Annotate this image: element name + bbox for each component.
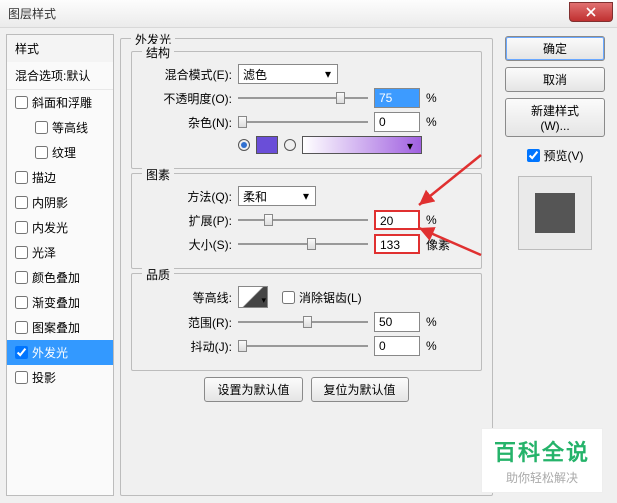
jitter-input[interactable]: 0 xyxy=(374,336,420,356)
sidebar-header[interactable]: 样式 xyxy=(7,35,113,62)
sidebar-checkbox[interactable] xyxy=(15,271,28,284)
preview-box xyxy=(518,176,592,250)
range-slider[interactable] xyxy=(238,313,368,331)
chevron-down-icon: ▾ xyxy=(407,139,419,151)
noise-slider[interactable] xyxy=(238,113,368,131)
sidebar-item[interactable]: 渐变叠加 xyxy=(7,290,113,315)
noise-label: 杂色(N): xyxy=(142,114,232,131)
sidebar-item-label: 外发光 xyxy=(32,344,68,361)
sidebar-item[interactable]: 颜色叠加 xyxy=(7,265,113,290)
main-panel: 外发光 结构 混合模式(E): 滤色 ▾ 不透明度(O): 75 % xyxy=(120,34,493,496)
sidebar-item-label: 图案叠加 xyxy=(32,319,80,336)
contour-picker[interactable]: ▾ xyxy=(238,286,268,308)
sidebar-item[interactable]: 描边 xyxy=(7,165,113,190)
sidebar-item-label: 渐变叠加 xyxy=(32,294,80,311)
chevron-down-icon: ▾ xyxy=(261,295,266,306)
sidebar-item[interactable]: 内发光 xyxy=(7,215,113,240)
gradient-radio[interactable] xyxy=(284,139,296,151)
blend-mode-label: 混合模式(E): xyxy=(142,66,232,83)
preview-checkbox[interactable]: 预览(V) xyxy=(527,147,584,164)
sidebar-item-label: 光泽 xyxy=(32,244,56,261)
quality-title: 品质 xyxy=(142,266,174,283)
color-radio[interactable] xyxy=(238,139,250,151)
sidebar-item[interactable]: 等高线 xyxy=(7,115,113,140)
sidebar-item-label: 描边 xyxy=(32,169,56,186)
opacity-input[interactable]: 75 xyxy=(374,88,420,108)
size-input[interactable]: 133 xyxy=(374,234,420,254)
make-default-button[interactable]: 设置为默认值 xyxy=(204,377,302,402)
close-icon xyxy=(586,7,596,17)
gradient-picker[interactable]: ▾ xyxy=(302,136,422,154)
cancel-button[interactable]: 取消 xyxy=(505,67,605,92)
sidebar-item[interactable]: 图案叠加 xyxy=(7,315,113,340)
preview-swatch xyxy=(535,193,575,233)
sidebar-item-label: 等高线 xyxy=(52,119,88,136)
range-label: 范围(R): xyxy=(142,314,232,331)
sidebar-checkbox[interactable] xyxy=(35,146,48,159)
structure-title: 结构 xyxy=(142,44,174,61)
jitter-slider[interactable] xyxy=(238,337,368,355)
quality-group: 品质 等高线: ▾ 消除锯齿(L) 范围(R): 50 % 抖动(J): xyxy=(131,273,482,371)
sidebar-item[interactable]: 光泽 xyxy=(7,240,113,265)
antialias-checkbox[interactable]: 消除锯齿(L) xyxy=(282,289,362,306)
chevron-down-icon: ▾ xyxy=(321,67,335,81)
sidebar-item-label: 内阴影 xyxy=(32,194,68,211)
sidebar-item-label: 内发光 xyxy=(32,219,68,236)
sidebar-checkbox[interactable] xyxy=(35,121,48,134)
sidebar-item[interactable]: 纹理 xyxy=(7,140,113,165)
opacity-slider[interactable] xyxy=(238,89,368,107)
technique-label: 方法(Q): xyxy=(142,188,232,205)
noise-input[interactable]: 0 xyxy=(374,112,420,132)
sidebar-checkbox[interactable] xyxy=(15,246,28,259)
sidebar-checkbox[interactable] xyxy=(15,346,28,359)
new-style-button[interactable]: 新建样式(W)... xyxy=(505,98,605,137)
sidebar-checkbox[interactable] xyxy=(15,171,28,184)
sidebar-checkbox[interactable] xyxy=(15,196,28,209)
watermark: 百科全说 助你轻松解决 xyxy=(481,428,603,493)
sidebar-checkbox[interactable] xyxy=(15,96,28,109)
range-input[interactable]: 50 xyxy=(374,312,420,332)
sidebar-item-label: 投影 xyxy=(32,369,56,386)
sidebar-checkbox[interactable] xyxy=(15,371,28,384)
styles-sidebar: 样式 混合选项:默认 斜面和浮雕等高线纹理描边内阴影内发光光泽颜色叠加渐变叠加图… xyxy=(6,34,114,496)
chevron-down-icon: ▾ xyxy=(299,189,313,203)
size-label: 大小(S): xyxy=(142,236,232,253)
size-slider[interactable] xyxy=(238,235,368,253)
sidebar-item-label: 斜面和浮雕 xyxy=(32,94,92,111)
right-column: 确定 取消 新建样式(W)... 预览(V) xyxy=(499,34,611,496)
sidebar-blending-options[interactable]: 混合选项:默认 xyxy=(7,62,113,90)
elements-group: 图素 方法(Q): 柔和 ▾ 扩展(P): 20 % 大小(S): xyxy=(131,173,482,269)
structure-group: 结构 混合模式(E): 滤色 ▾ 不透明度(O): 75 % 杂色(N): xyxy=(131,51,482,169)
opacity-label: 不透明度(O): xyxy=(142,90,232,107)
window-title: 图层样式 xyxy=(8,5,56,22)
contour-label: 等高线: xyxy=(142,289,232,306)
spread-slider[interactable] xyxy=(238,211,368,229)
spread-label: 扩展(P): xyxy=(142,212,232,229)
sidebar-checkbox[interactable] xyxy=(15,221,28,234)
sidebar-item-label: 颜色叠加 xyxy=(32,269,80,286)
reset-default-button[interactable]: 复位为默认值 xyxy=(311,377,409,402)
technique-select[interactable]: 柔和 ▾ xyxy=(238,186,316,206)
sidebar-checkbox[interactable] xyxy=(15,296,28,309)
sidebar-checkbox[interactable] xyxy=(15,321,28,334)
spread-input[interactable]: 20 xyxy=(374,210,420,230)
outer-glow-group: 外发光 结构 混合模式(E): 滤色 ▾ 不透明度(O): 75 % xyxy=(120,38,493,496)
sidebar-item[interactable]: 斜面和浮雕 xyxy=(7,90,113,115)
elements-title: 图素 xyxy=(142,166,174,183)
sidebar-item[interactable]: 内阴影 xyxy=(7,190,113,215)
jitter-label: 抖动(J): xyxy=(142,338,232,355)
sidebar-item-label: 纹理 xyxy=(52,144,76,161)
titlebar: 图层样式 xyxy=(0,0,617,28)
sidebar-item[interactable]: 外发光 xyxy=(7,340,113,365)
sidebar-item[interactable]: 投影 xyxy=(7,365,113,390)
ok-button[interactable]: 确定 xyxy=(505,36,605,61)
close-button[interactable] xyxy=(569,2,613,22)
blend-mode-select[interactable]: 滤色 ▾ xyxy=(238,64,338,84)
color-swatch[interactable] xyxy=(256,136,278,154)
